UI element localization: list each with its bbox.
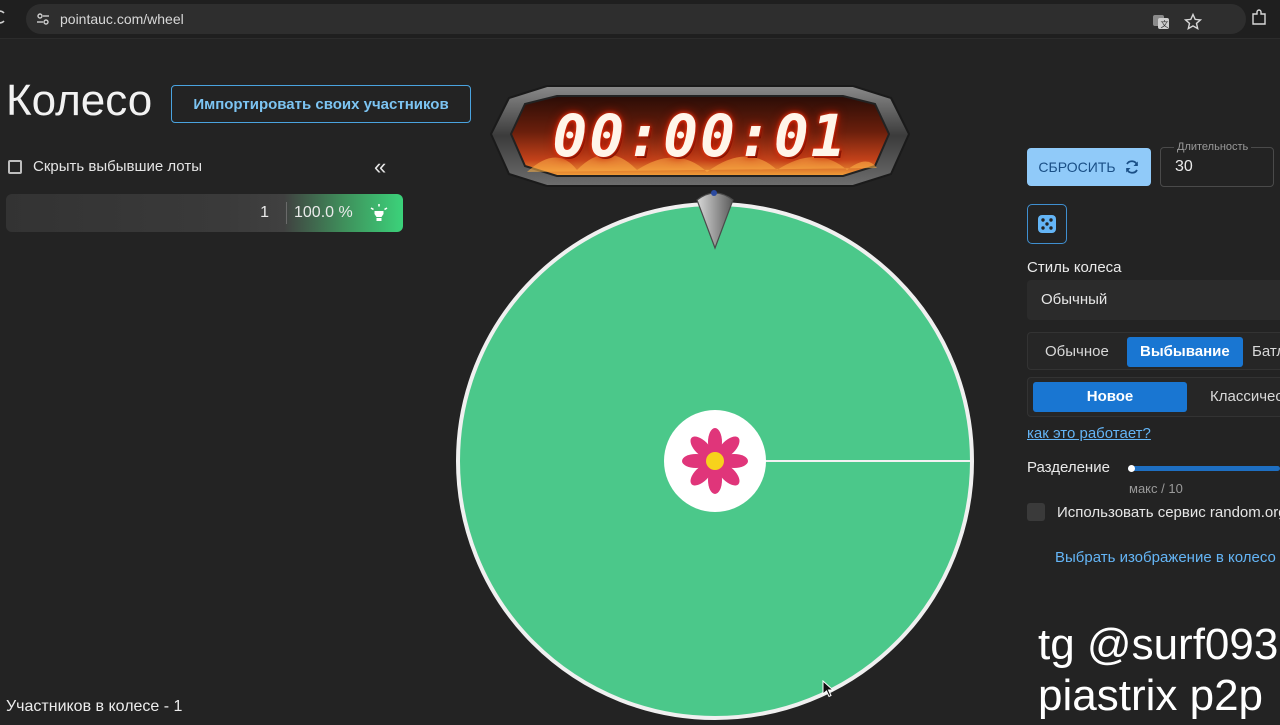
refresh-icon <box>1125 160 1138 174</box>
duration-value[interactable]: 30 <box>1175 158 1193 176</box>
watermark-line-1: tg @surf093 <box>1038 620 1279 669</box>
url-text[interactable]: pointauc.com/wheel <box>60 11 184 27</box>
mouse-cursor-icon <box>822 680 834 698</box>
lot-percent: 100.0 % <box>294 204 353 221</box>
reset-button[interactable]: СБРОСИТЬ <box>1027 148 1151 186</box>
wheel[interactable] <box>455 200 975 720</box>
submode-classic[interactable]: Классическое <box>1210 382 1280 412</box>
reload-icon[interactable] <box>0 10 6 24</box>
reset-label: СБРОСИТЬ <box>1038 159 1116 175</box>
translate-icon[interactable]: 文 <box>1152 13 1170 31</box>
browser-toolbar: pointauc.com/wheel 文 <box>0 0 1280 39</box>
split-slider-thumb[interactable] <box>1128 465 1135 472</box>
random-org-toggle[interactable]: Использовать сервис random.org <box>1027 503 1280 521</box>
timer-display: 00:00:01 <box>487 84 913 188</box>
mode-elimination[interactable]: Выбывание <box>1127 337 1243 367</box>
lot-item[interactable]: 1 100.0 % <box>6 194 403 232</box>
hide-eliminated-checkbox[interactable] <box>8 159 22 174</box>
svg-text:文: 文 <box>1161 19 1169 29</box>
wheel-pointer-icon <box>696 190 734 250</box>
submode-toggle-group: Новое Классическое <box>1027 377 1280 417</box>
choose-image-link[interactable]: Выбрать изображение в колесо <box>1055 549 1276 566</box>
random-org-checkbox[interactable] <box>1027 503 1045 521</box>
wheel-style-select[interactable]: Обычный <box>1027 280 1280 320</box>
hide-eliminated-toggle[interactable]: Скрыть выбывшие лоты <box>8 158 202 175</box>
import-participants-button[interactable]: Импортировать своих участников <box>171 85 471 123</box>
split-label: Разделение <box>1027 459 1110 476</box>
lot-divider <box>286 202 287 224</box>
site-settings-icon[interactable] <box>36 12 50 26</box>
split-slider-track[interactable] <box>1128 466 1280 471</box>
random-org-label: Использовать сервис random.org <box>1057 503 1280 521</box>
participants-count: Участников в колесе - 1 <box>6 698 183 715</box>
duration-input[interactable]: 30 <box>1160 147 1274 187</box>
mode-toggle-group: Обычное Выбывание Батл <box>1027 332 1280 370</box>
dice-icon <box>1038 215 1056 233</box>
watermark-line-2: piastrix p2p <box>1038 671 1264 720</box>
mode-normal[interactable]: Обычное <box>1045 337 1109 367</box>
lot-amount: 1 <box>260 204 269 221</box>
collapse-panel-button[interactable]: « <box>374 156 386 178</box>
timer-value: 00:00:01 <box>552 102 848 170</box>
wheel-style-value[interactable]: Обычный <box>1041 291 1107 308</box>
flower-icon <box>682 428 748 494</box>
submode-new[interactable]: Новое <box>1033 382 1187 412</box>
split-max-label: макс / 10 <box>1129 481 1183 496</box>
random-dice-button[interactable] <box>1027 204 1067 244</box>
hide-eliminated-label: Скрыть выбывшие лоты <box>33 158 202 175</box>
page-title: Колесо <box>6 76 153 125</box>
address-bar[interactable]: pointauc.com/wheel 文 <box>26 4 1246 34</box>
extensions-icon[interactable] <box>1250 9 1268 27</box>
lightbulb-icon[interactable] <box>369 203 389 223</box>
wheel-style-label: Стиль колеса <box>1027 259 1122 276</box>
duration-label: Длительность <box>1174 141 1252 153</box>
mode-battle[interactable]: Батл <box>1252 337 1280 367</box>
bookmark-star-icon[interactable] <box>1184 13 1202 31</box>
how-it-works-link[interactable]: как это работает? <box>1027 425 1151 442</box>
